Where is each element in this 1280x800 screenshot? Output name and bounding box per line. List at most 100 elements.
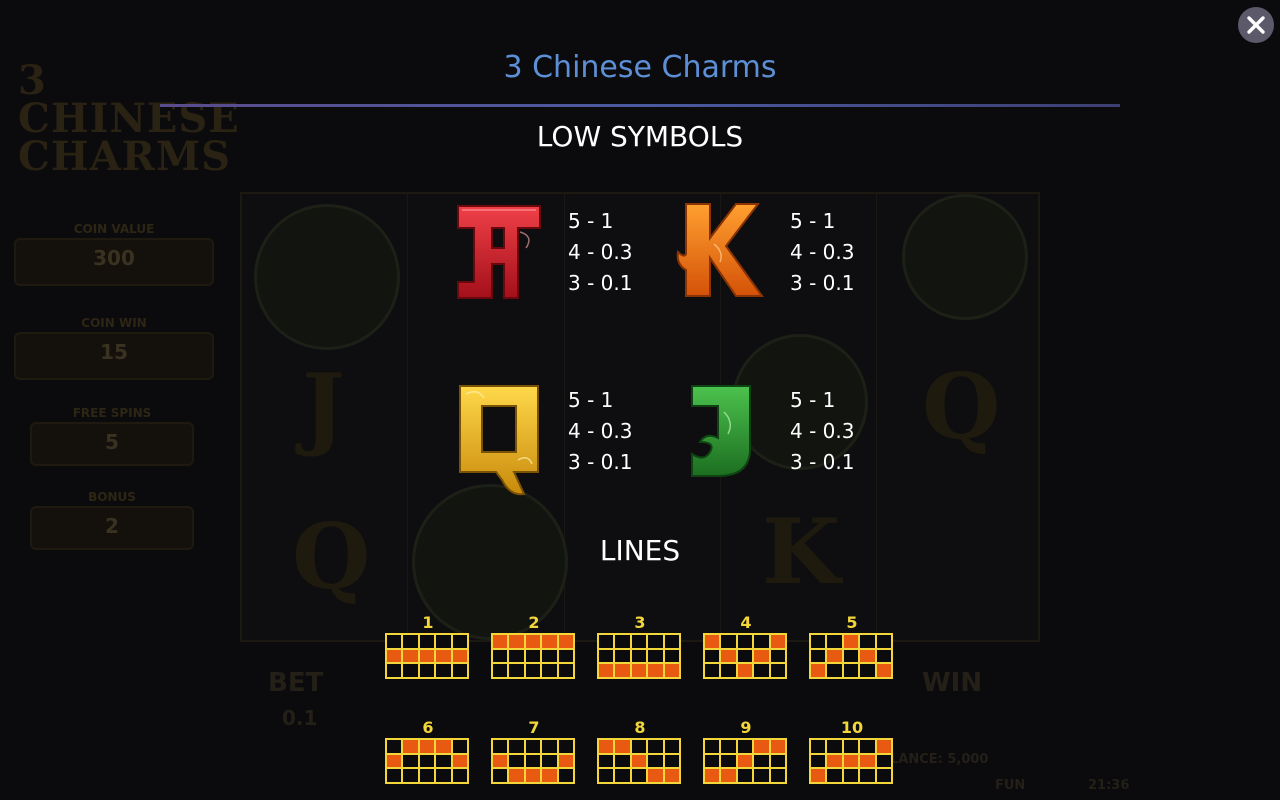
- payline-number: 6: [422, 718, 434, 737]
- payline-cell: [705, 754, 720, 768]
- payline-cell: [860, 635, 875, 648]
- payline-cell-active: [387, 754, 402, 768]
- payline-cell-active: [542, 635, 557, 648]
- payline-cell: [615, 649, 630, 663]
- payline-cell: [754, 635, 769, 648]
- payline-cell: [452, 740, 467, 753]
- payline-1: 1: [385, 614, 471, 679]
- payline-cell-active: [648, 769, 663, 782]
- paytable-title: 3 Chinese Charms: [503, 50, 777, 85]
- payline-cell: [737, 649, 753, 663]
- payline-cell: [664, 649, 679, 663]
- payline-cell-active: [452, 649, 467, 663]
- payline-grid: [597, 633, 681, 679]
- payline-cell: [631, 649, 647, 663]
- payline-cell-active: [493, 635, 508, 648]
- payline-cell: [843, 740, 859, 753]
- payline-cell: [403, 754, 418, 768]
- payline-cell: [648, 649, 663, 663]
- low-symbols-heading: LOW SYMBOLS: [536, 120, 744, 153]
- payline-cell: [705, 664, 720, 677]
- payline-cell: [631, 769, 647, 782]
- payline-cell: [403, 769, 418, 782]
- payline-cell: [770, 664, 785, 677]
- payline-cell: [664, 635, 679, 648]
- payline-cell-active: [419, 740, 435, 753]
- payout-5: 5 - 1: [790, 209, 836, 233]
- payout-3: 3 - 0.1: [790, 271, 855, 295]
- payline-cell: [631, 740, 647, 753]
- letter-a-symbol: [454, 202, 544, 302]
- payline-cell: [403, 635, 418, 648]
- letter-q-symbol: [454, 380, 544, 500]
- payline-cell-active: [754, 740, 769, 753]
- payline-cell: [419, 635, 435, 648]
- payline-cell: [403, 664, 418, 677]
- payline-cell: [827, 635, 842, 648]
- payline-number: 9: [740, 718, 752, 737]
- payline-9: 9: [703, 719, 789, 784]
- payline-cell: [754, 754, 769, 768]
- payline-cell-active: [770, 635, 785, 648]
- payline-cell: [599, 649, 614, 663]
- payline-number: 1: [422, 613, 434, 632]
- payline-cell: [664, 754, 679, 768]
- payline-cell: [860, 740, 875, 753]
- payout-3: 3 - 0.1: [568, 271, 633, 295]
- payline-cell-active: [387, 649, 402, 663]
- payline-cell: [648, 740, 663, 753]
- payline-cell: [721, 740, 736, 753]
- payline-cell-active: [403, 649, 418, 663]
- payline-cell: [811, 754, 826, 768]
- symbol-k-payouts: 5 - 1 4 - 0.3 3 - 0.1: [790, 206, 854, 299]
- payline-cell: [721, 664, 736, 677]
- payline-number: 10: [840, 718, 864, 737]
- payline-cell: [419, 754, 435, 768]
- payline-cell-active: [436, 740, 451, 753]
- payline-cell-active: [721, 769, 736, 782]
- payline-grid: [491, 738, 575, 784]
- payline-cell-active: [664, 769, 679, 782]
- payline-cell: [509, 649, 524, 663]
- payline-cell: [631, 635, 647, 648]
- payline-cell: [542, 649, 557, 663]
- payline-cell: [737, 740, 753, 753]
- payout-3: 3 - 0.1: [568, 450, 633, 474]
- payline-grid: [703, 738, 787, 784]
- payline-cell: [509, 664, 524, 677]
- payline-cell: [860, 769, 875, 782]
- payline-cell: [770, 754, 785, 768]
- payline-grid: [385, 738, 469, 784]
- payline-cell: [843, 649, 859, 663]
- payline-cell: [387, 635, 402, 648]
- payout-5: 5 - 1: [568, 388, 614, 412]
- payout-5: 5 - 1: [568, 209, 614, 233]
- payline-cell-active: [843, 754, 859, 768]
- payline-cell-active: [860, 649, 875, 663]
- payline-cell: [664, 740, 679, 753]
- payline-2: 2: [491, 614, 577, 679]
- payline-cell: [436, 664, 451, 677]
- payline-cell: [615, 769, 630, 782]
- payline-cell-active: [493, 754, 508, 768]
- close-button[interactable]: [1238, 7, 1274, 43]
- payline-cell: [876, 769, 891, 782]
- payout-4: 4 - 0.3: [790, 419, 855, 443]
- payline-cell: [827, 740, 842, 753]
- payline-cell: [705, 740, 720, 753]
- payline-cell-active: [525, 769, 541, 782]
- payline-cell-active: [558, 754, 573, 768]
- payline-grid: [491, 633, 575, 679]
- payline-cell-active: [599, 664, 614, 677]
- letter-k-symbol: [674, 200, 764, 300]
- payline-cell: [419, 664, 435, 677]
- payline-10: 10: [809, 719, 895, 784]
- payline-grid: [597, 738, 681, 784]
- symbol-q-payouts: 5 - 1 4 - 0.3 3 - 0.1: [568, 385, 632, 478]
- payline-cell: [737, 769, 753, 782]
- payline-cell-active: [721, 649, 736, 663]
- payline-cell: [542, 664, 557, 677]
- payline-7: 7: [491, 719, 577, 784]
- payline-cell-active: [419, 649, 435, 663]
- payline-number: 3: [634, 613, 646, 632]
